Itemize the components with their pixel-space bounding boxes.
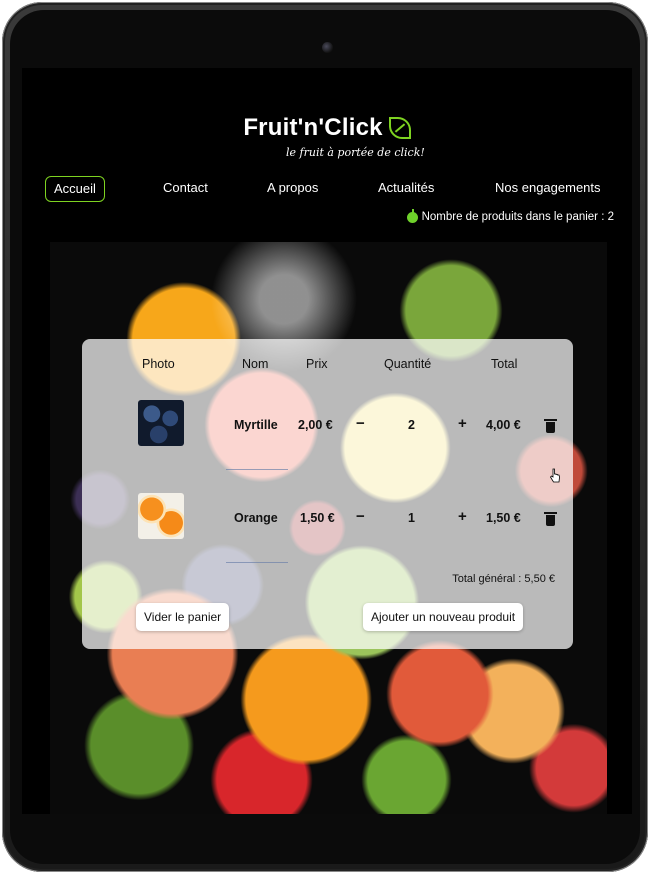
add-product-button[interactable]: Ajouter un nouveau produit [363,603,524,631]
camera-icon [322,42,333,53]
grand-total: Total général : 5,50 € [452,573,555,585]
empty-cart-button[interactable]: Vider le panier [136,603,230,631]
nav-item-actualites[interactable]: Actualités [378,176,434,200]
screen: Fruit'n'Click le fruit à portée de click… [22,68,632,814]
logo[interactable]: Fruit'n'Click [22,114,632,142]
leaf-icon [388,117,411,139]
row-2-total: 1,50 € [486,511,521,525]
row-1-quantity: 2 [408,418,415,432]
row-2-price: 1,50 € [300,511,335,525]
cart-count-text: Nombre de produits dans le panier : 2 [421,211,614,223]
row-2-quantity: 1 [408,511,415,525]
slogan: le fruit à portée de click! [286,146,425,159]
row-2-decrease-button[interactable]: − [356,508,365,525]
row-1-decrease-button[interactable]: − [356,415,365,432]
row-1-name: Myrtille [234,418,278,432]
row-divider [226,562,288,563]
row-1-increase-button[interactable]: + [458,415,467,432]
nav-item-contact[interactable]: Contact [163,176,208,200]
row-1-trash-icon[interactable] [544,419,557,433]
main-nav: Accueil Contact A propos Actualités Nos … [22,176,632,202]
row-2-increase-button[interactable]: + [458,508,467,525]
tablet-frame: Fruit'n'Click le fruit à portée de click… [2,2,648,872]
pointer-cursor-icon [549,468,560,483]
row-2-trash-icon[interactable] [544,512,557,526]
cart-count: Nombre de produits dans le panier : 2 [406,208,614,223]
logo-title: Fruit'n'Click [243,114,383,141]
header-total: Total [491,357,518,371]
cart-panel: Photo Nom Prix Quantité Total Myrtille 2… [82,339,573,649]
row-divider [226,469,288,470]
apple-icon [406,208,418,223]
blueberry-thumbnail [138,400,184,446]
row-2-name: Orange [234,511,278,525]
nav-item-accueil[interactable]: Accueil [45,176,105,202]
header-quantity: Quantité [384,357,432,371]
nav-item-a-propos[interactable]: A propos [267,176,318,200]
orange-thumbnail [138,493,184,539]
header-price: Prix [306,357,328,371]
header-photo: Photo [142,357,175,371]
nav-item-nos-engagements[interactable]: Nos engagements [495,176,601,200]
row-1-price: 2,00 € [298,418,333,432]
row-1-total: 4,00 € [486,418,521,432]
header-name: Nom [242,357,269,371]
